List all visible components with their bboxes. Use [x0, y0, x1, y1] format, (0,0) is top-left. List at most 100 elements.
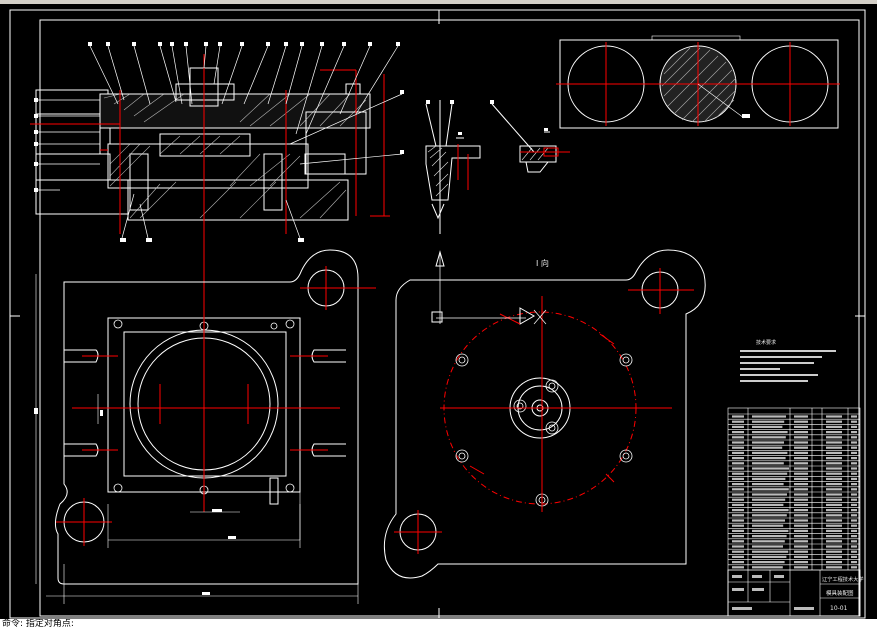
parts-cell-text [826, 509, 842, 512]
parts-cell-text [794, 566, 808, 569]
leader-lines [36, 45, 403, 239]
plan-view-right [383, 249, 706, 579]
parts-cell-text [851, 415, 857, 418]
parts-cell-text [752, 425, 783, 428]
parts-cell-text [794, 550, 808, 553]
parts-cell-text [851, 477, 857, 480]
parts-cell-text [752, 457, 786, 460]
view-label: I 向 [536, 258, 549, 268]
parts-cell-text [851, 483, 857, 486]
parts-cell-text [826, 519, 842, 522]
parts-cell-text [826, 425, 842, 428]
parts-cell-text [794, 535, 808, 538]
parts-cell-text [732, 550, 744, 553]
parts-cell-text [826, 446, 842, 449]
parts-cell-text [794, 529, 808, 532]
parts-cell-text [851, 420, 857, 423]
parts-cell-text [826, 436, 842, 439]
parts-cell-text [732, 498, 744, 501]
command-line[interactable]: 命令: 指定对角点: [0, 619, 877, 627]
parts-cell-text [732, 472, 744, 475]
parts-cell-text [794, 477, 808, 480]
parts-cell-text [794, 472, 808, 475]
parts-cell-text [752, 441, 784, 444]
parts-cell-text [732, 503, 744, 506]
parts-cell-text [732, 477, 744, 480]
parts-cell-text [752, 451, 788, 454]
parts-cell-text [826, 457, 842, 460]
parts-cell-text [752, 493, 787, 496]
parts-cell-text [794, 441, 808, 444]
parts-cell-text [826, 420, 842, 423]
parts-cell-text [752, 535, 787, 538]
parts-cell-text [851, 555, 857, 558]
parts-cell-text [851, 441, 857, 444]
parts-cell-text [752, 540, 785, 543]
parts-cell-text [794, 446, 808, 449]
parts-cell-text [826, 488, 842, 491]
parts-cell-text [752, 498, 786, 501]
parts-cell-text [851, 462, 857, 465]
parts-cell-text [732, 462, 744, 465]
parts-cell-text [732, 561, 744, 564]
title-block: 辽宁工程技术大学 模具装配图 10-01 [727, 569, 864, 617]
parts-cell-text [851, 493, 857, 496]
parts-cell-text [851, 509, 857, 512]
drawing-canvas[interactable]: I 向 技术要求 辽宁工程技术大学 模具装配图 10-01 [0, 4, 877, 619]
parts-cell-text [732, 431, 744, 434]
parts-cell-text [732, 436, 744, 439]
parts-cell-text [851, 451, 857, 454]
parts-cell-text [826, 467, 842, 470]
parts-cell-text [732, 441, 744, 444]
parts-cell-text [794, 519, 808, 522]
parts-cell-text [794, 498, 808, 501]
parts-cell-text [851, 561, 857, 564]
plan-left-centerlines [56, 266, 376, 546]
school-name: 辽宁工程技术大学 [822, 575, 864, 583]
parts-cell-text [794, 509, 808, 512]
parts-cell-text [851, 457, 857, 460]
parts-cell-text [794, 488, 808, 491]
parts-cell-text [752, 509, 789, 512]
parts-cell-text [752, 420, 785, 423]
parts-cell-text [851, 519, 857, 522]
parts-cell-text [752, 545, 783, 548]
drawing-title: 模具装配图 [826, 589, 854, 597]
parts-cell-text [794, 457, 808, 460]
parts-cell-text [826, 441, 842, 444]
parts-cell-text [732, 540, 744, 543]
parts-cell-text [826, 535, 842, 538]
parts-cell-text [752, 503, 784, 506]
plan-view-left [54, 249, 359, 585]
parts-cell-text [732, 566, 744, 569]
parts-cell-text [826, 472, 842, 475]
tech-requirements-title: 技术要求 [756, 339, 776, 346]
parts-cell-text [826, 550, 842, 553]
parts-cell-text [851, 529, 857, 532]
parts-cell-text [752, 514, 787, 517]
parts-cell-text [851, 472, 857, 475]
parts-cell-text [752, 477, 786, 480]
parts-cell-text [732, 545, 744, 548]
parts-cell-text [826, 415, 842, 418]
detail-view-small [425, 100, 557, 234]
parts-cell-text [851, 431, 857, 434]
parts-cell-text [826, 524, 842, 527]
parts-cell-text [794, 425, 808, 428]
parts-cell-text [826, 503, 842, 506]
detail-balloons [426, 100, 548, 135]
plan-right-centerlines [394, 268, 694, 554]
parts-cell-text [794, 555, 808, 558]
parts-cell-text [851, 550, 857, 553]
parts-cell-text [794, 493, 808, 496]
detail-hatch [427, 145, 549, 197]
parts-cell-text [826, 545, 842, 548]
parts-cell-text [851, 467, 857, 470]
parts-cell-text [794, 514, 808, 517]
parts-cell-text [752, 555, 787, 558]
parts-cell-text [732, 488, 744, 491]
parts-cell-text [794, 483, 808, 486]
parts-cell-text [752, 519, 785, 522]
parts-cell-text [794, 420, 808, 423]
parts-cell-text [851, 514, 857, 517]
